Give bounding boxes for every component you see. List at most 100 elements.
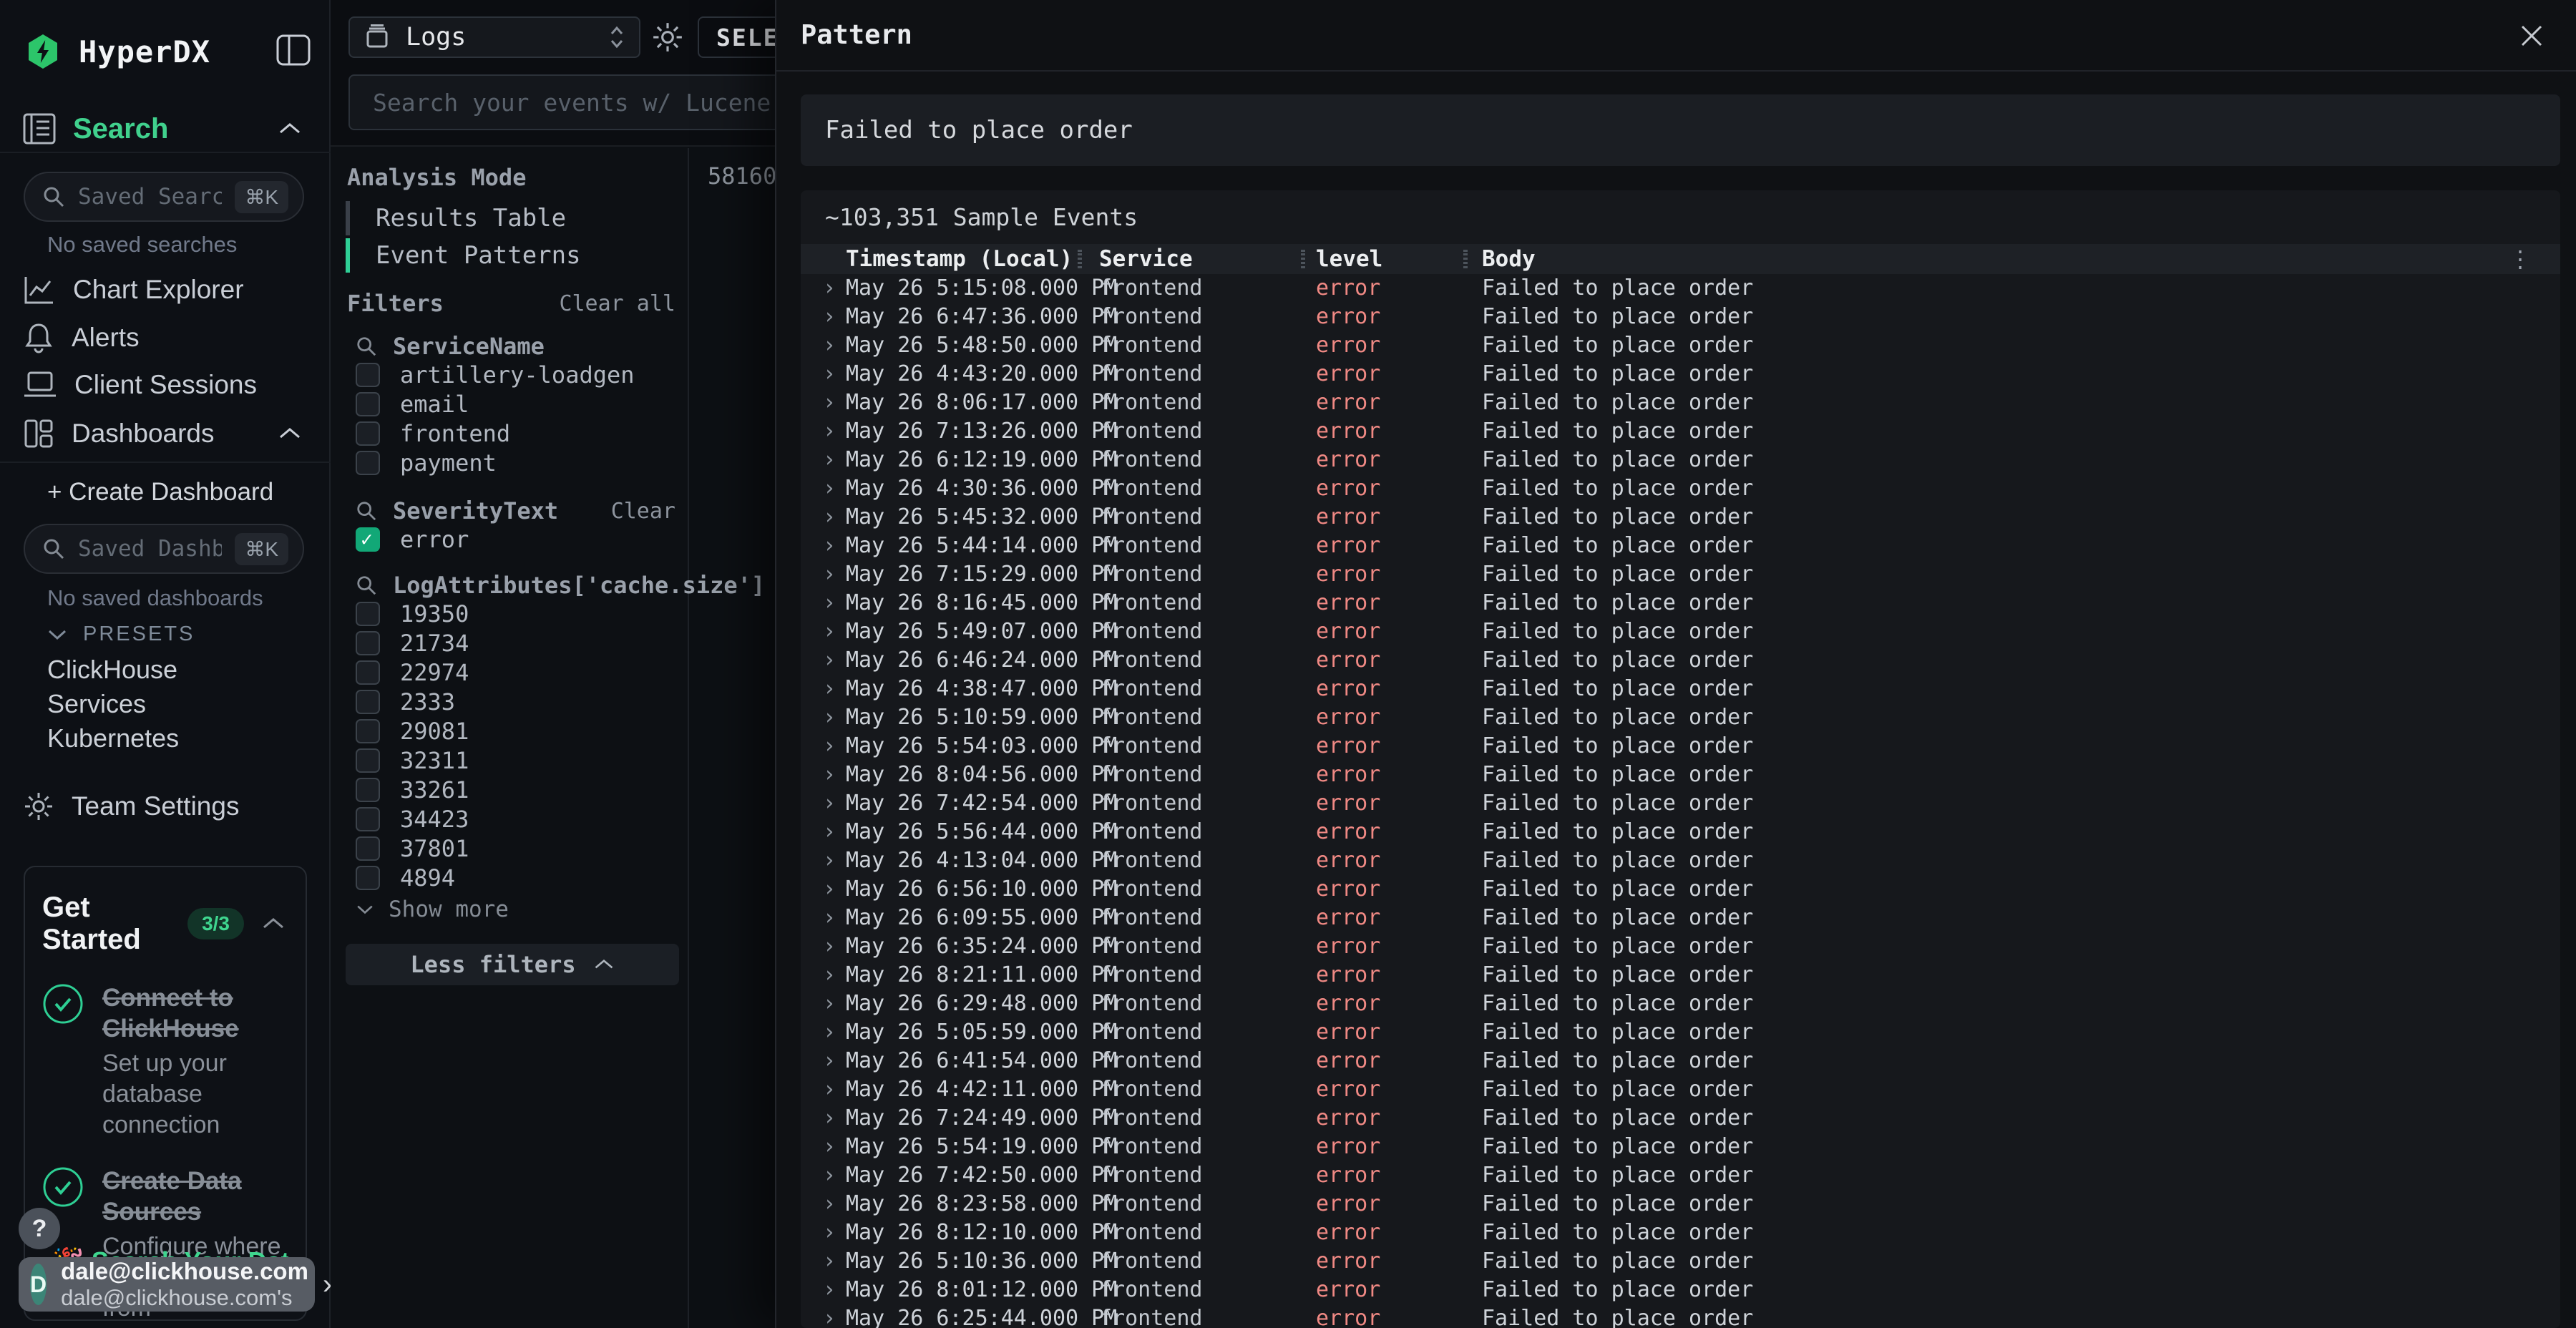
show-more-link[interactable]: Show more — [356, 897, 509, 922]
preset-kubernetes[interactable]: Kubernetes — [47, 723, 179, 753]
filter-checkbox-item[interactable]: 21734 — [356, 628, 469, 658]
row-expand-chevron-icon[interactable]: › — [823, 1304, 836, 1328]
filter-checkbox-item[interactable]: error — [356, 524, 469, 554]
row-expand-chevron-icon[interactable]: › — [823, 389, 836, 417]
checkbox[interactable] — [356, 392, 380, 416]
filter-checkbox-item[interactable]: payment — [356, 448, 635, 477]
close-icon[interactable] — [2519, 23, 2545, 49]
row-expand-chevron-icon[interactable]: › — [823, 675, 836, 703]
event-row[interactable]: › May 26 4:38:47.000 PM frontend error F… — [801, 675, 2560, 703]
row-expand-chevron-icon[interactable]: › — [823, 1047, 836, 1075]
saved-dashboards-input[interactable]: Saved Dashboards ⌘K — [24, 524, 304, 574]
row-expand-chevron-icon[interactable]: › — [823, 818, 836, 846]
row-expand-chevron-icon[interactable]: › — [823, 446, 836, 474]
col-header-body[interactable]: Body — [1482, 244, 1536, 274]
col-header-service[interactable]: Service — [1099, 244, 1193, 274]
row-expand-chevron-icon[interactable]: › — [823, 617, 836, 646]
event-row[interactable]: › May 26 8:21:11.000 PM frontend error F… — [801, 961, 2560, 990]
event-row[interactable]: › May 26 6:09:55.000 PM frontend error F… — [801, 904, 2560, 932]
event-row[interactable]: › May 26 8:12:10.000 PM frontend error F… — [801, 1219, 2560, 1247]
checkbox[interactable] — [356, 807, 380, 831]
event-row[interactable]: › May 26 5:49:07.000 PM frontend error F… — [801, 617, 2560, 646]
row-expand-chevron-icon[interactable]: › — [823, 503, 836, 532]
row-expand-chevron-icon[interactable]: › — [823, 417, 836, 446]
event-row[interactable]: › May 26 7:42:54.000 PM frontend error F… — [801, 789, 2560, 818]
column-resize-handle[interactable] — [1078, 250, 1082, 268]
mode-results-table[interactable]: Results Table — [346, 201, 566, 235]
row-expand-chevron-icon[interactable]: › — [823, 1018, 836, 1047]
row-expand-chevron-icon[interactable]: › — [823, 331, 836, 360]
row-expand-chevron-icon[interactable]: › — [823, 303, 836, 331]
event-row[interactable]: › May 26 6:47:36.000 PM frontend error F… — [801, 303, 2560, 331]
sidebar-collapse-icon[interactable] — [276, 34, 311, 66]
event-row[interactable]: › May 26 6:25:44.000 PM frontend error F… — [801, 1304, 2560, 1328]
get-started-item[interactable]: Connect to ClickHouse Set up your databa… — [25, 963, 306, 1146]
event-row[interactable]: › May 26 5:15:08.000 PM frontend error F… — [801, 274, 2560, 303]
filter-checkbox-item[interactable]: 32311 — [356, 746, 469, 775]
event-row[interactable]: › May 26 7:13:26.000 PM frontend error F… — [801, 417, 2560, 446]
event-row[interactable]: › May 26 5:48:50.000 PM frontend error F… — [801, 331, 2560, 360]
filter-checkbox-item[interactable]: 4894 — [356, 863, 469, 892]
table-menu-icon[interactable]: ⋮ — [2509, 244, 2532, 274]
filter-checkbox-item[interactable]: 19350 — [356, 599, 469, 628]
row-expand-chevron-icon[interactable]: › — [823, 646, 836, 675]
event-row[interactable]: › May 26 5:54:19.000 PM frontend error F… — [801, 1133, 2560, 1161]
checkbox[interactable] — [356, 748, 380, 773]
row-expand-chevron-icon[interactable]: › — [823, 589, 836, 617]
checkbox[interactable] — [356, 690, 380, 714]
row-expand-chevron-icon[interactable]: › — [823, 846, 836, 875]
event-row[interactable]: › May 26 4:43:20.000 PM frontend error F… — [801, 360, 2560, 389]
row-expand-chevron-icon[interactable]: › — [823, 703, 836, 732]
sidebar-item-chart-explorer[interactable]: Chart Explorer — [0, 267, 331, 313]
row-expand-chevron-icon[interactable]: › — [823, 1133, 836, 1161]
row-expand-chevron-icon[interactable]: › — [823, 1075, 836, 1104]
row-expand-chevron-icon[interactable]: › — [823, 1276, 836, 1304]
row-expand-chevron-icon[interactable]: › — [823, 1219, 836, 1247]
event-row[interactable]: › May 26 5:05:59.000 PM frontend error F… — [801, 1018, 2560, 1047]
source-select[interactable]: Logs — [348, 16, 640, 58]
event-row[interactable]: › May 26 8:01:12.000 PM frontend error F… — [801, 1276, 2560, 1304]
less-filters-button[interactable]: Less filters — [346, 944, 679, 985]
checkbox[interactable] — [356, 602, 380, 626]
filter-checkbox-item[interactable]: 37801 — [356, 834, 469, 863]
filter-checkbox-item[interactable]: 22974 — [356, 658, 469, 687]
create-dashboard-button[interactable]: + Create Dashboard — [47, 478, 273, 507]
sidebar-item-search[interactable]: Search — [0, 106, 331, 152]
column-resize-handle[interactable] — [1301, 250, 1305, 268]
user-menu[interactable]: D dale@clickhouse.com dale@clickhouse.co… — [19, 1257, 315, 1312]
clear-all-link[interactable]: Clear all — [559, 291, 675, 316]
preset-clickhouse[interactable]: ClickHouse — [47, 655, 177, 685]
event-row[interactable]: › May 26 8:06:17.000 PM frontend error F… — [801, 389, 2560, 417]
presets-toggle[interactable]: PRESETS — [47, 622, 195, 646]
row-expand-chevron-icon[interactable]: › — [823, 1247, 836, 1276]
sidebar-item-dashboards[interactable]: Dashboards — [0, 411, 331, 456]
source-settings-gear-icon[interactable] — [651, 21, 684, 54]
row-expand-chevron-icon[interactable]: › — [823, 532, 836, 560]
event-row[interactable]: › May 26 6:29:48.000 PM frontend error F… — [801, 990, 2560, 1018]
row-expand-chevron-icon[interactable]: › — [823, 761, 836, 789]
checkbox[interactable] — [356, 660, 380, 685]
col-header-level[interactable]: level — [1316, 244, 1382, 274]
row-expand-chevron-icon[interactable]: › — [823, 961, 836, 990]
checkbox[interactable] — [356, 778, 380, 802]
saved-searches-input[interactable]: Saved Searches ⌘K — [24, 172, 304, 222]
event-row[interactable]: › May 26 5:56:44.000 PM frontend error F… — [801, 818, 2560, 846]
row-expand-chevron-icon[interactable]: › — [823, 560, 836, 589]
help-button[interactable]: ? — [19, 1208, 60, 1249]
row-expand-chevron-icon[interactable]: › — [823, 1161, 836, 1190]
event-row[interactable]: › May 26 4:30:36.000 PM frontend error F… — [801, 474, 2560, 503]
filter-checkbox-item[interactable]: frontend — [356, 419, 635, 448]
row-expand-chevron-icon[interactable]: › — [823, 990, 836, 1018]
checkbox[interactable] — [356, 631, 380, 655]
checkbox[interactable] — [356, 363, 380, 387]
event-row[interactable]: › May 26 8:16:45.000 PM frontend error F… — [801, 589, 2560, 617]
checkbox[interactable] — [356, 451, 380, 475]
filter-checkbox-item[interactable]: 29081 — [356, 716, 469, 746]
checkbox[interactable] — [356, 836, 380, 861]
column-resize-handle[interactable] — [1463, 250, 1468, 268]
event-row[interactable]: › May 26 6:41:54.000 PM frontend error F… — [801, 1047, 2560, 1075]
row-expand-chevron-icon[interactable]: › — [823, 932, 836, 961]
checkbox[interactable] — [356, 866, 380, 890]
preset-services[interactable]: Services — [47, 689, 146, 719]
event-row[interactable]: › May 26 4:13:04.000 PM frontend error F… — [801, 846, 2560, 875]
